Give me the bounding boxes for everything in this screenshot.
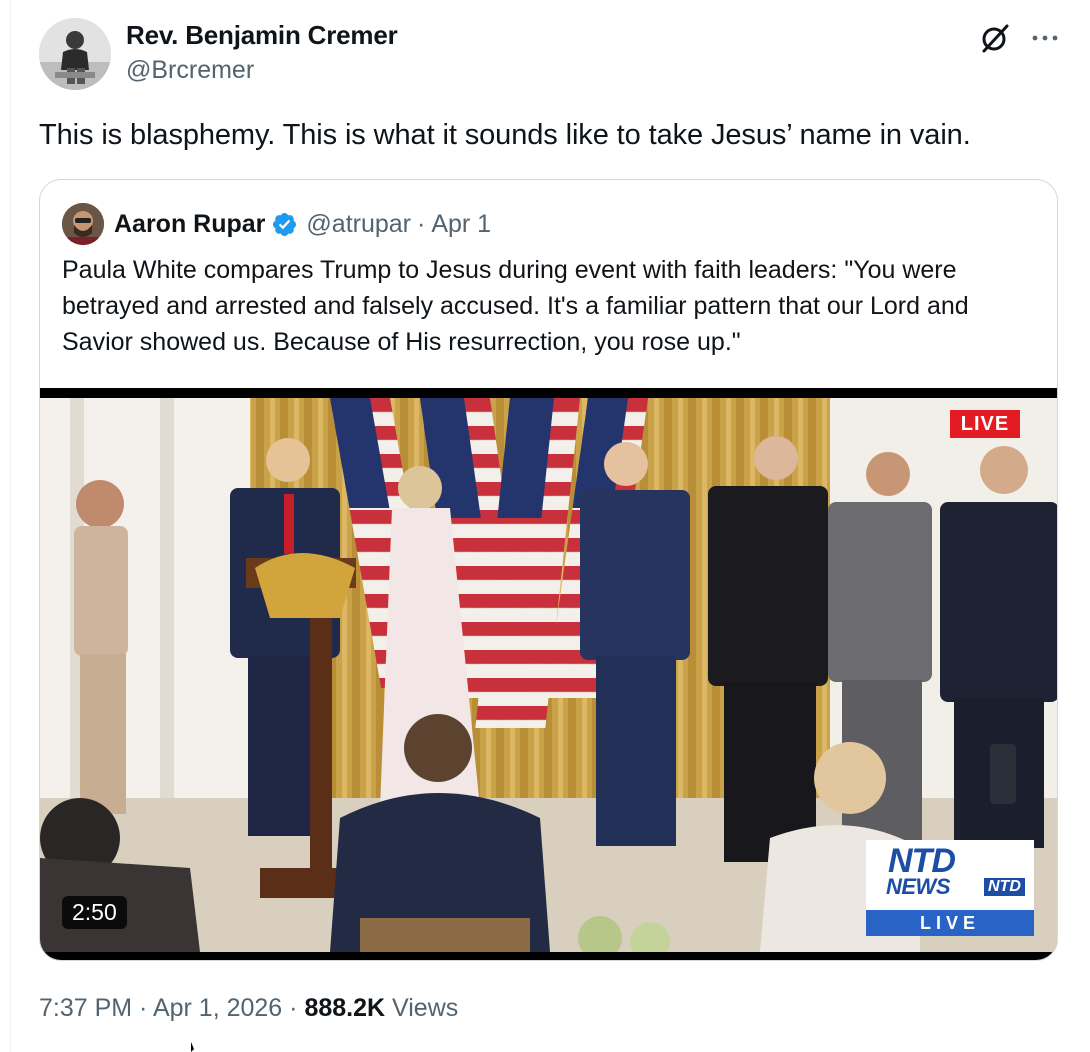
quoted-text: Paula White compares Trump to Jesus duri… [62, 256, 969, 356]
views-count[interactable]: 888.2K [304, 994, 385, 1022]
mouse-cursor-icon [191, 1042, 194, 1052]
more-icon [1032, 35, 1058, 41]
ntd-news-logo: NTD NEWS NTD LIVE [866, 840, 1034, 936]
video-duration: 2:50 [62, 896, 127, 929]
tweet-header: Rev. Benjamin Cremer @Brcremer [39, 16, 1059, 90]
tweet-text: This is blasphemy. This is what it sound… [39, 119, 971, 151]
timeline-border [10, 0, 11, 1052]
author-avatar[interactable] [39, 18, 111, 90]
more-button[interactable] [1027, 20, 1063, 56]
ntd-logo-line2: NEWS [886, 874, 951, 899]
meta-separator: · [282, 994, 305, 1022]
quoted-date[interactable]: Apr 1 [431, 210, 491, 239]
meta-separator: · [132, 994, 153, 1022]
live-badge: LIVE [950, 410, 1020, 438]
tweet-meta: 7:37 PM · Apr 1, 2026 · 888.2K Views [39, 994, 458, 1023]
quoted-tweet[interactable]: Aaron Rupar @atrupar · Apr 1 Paula White… [39, 179, 1058, 961]
author-name[interactable]: Rev. Benjamin Cremer [126, 20, 398, 51]
views-label: Views [385, 994, 459, 1022]
grok-button[interactable] [977, 20, 1013, 56]
grok-icon [982, 24, 1009, 53]
quoted-separator: · [417, 209, 426, 238]
tweet-date[interactable]: Apr 1, 2026 [153, 994, 282, 1022]
author-handle[interactable]: @Brcremer [126, 56, 254, 85]
ntd-logo-live: LIVE [866, 910, 1034, 936]
verified-badge-icon [273, 212, 297, 236]
tweet-time[interactable]: 7:37 PM [39, 994, 132, 1022]
quoted-avatar[interactable] [62, 203, 104, 245]
video-player[interactable]: LIVE NTD NEWS NTD LIVE 2:50 [40, 388, 1057, 960]
quoted-author-name[interactable]: Aaron Rupar [114, 210, 265, 239]
quoted-header: Aaron Rupar @atrupar · Apr 1 [62, 202, 491, 246]
ntd-logo-small: NTD [984, 878, 1025, 896]
quoted-author-handle[interactable]: @atrupar [306, 210, 411, 239]
